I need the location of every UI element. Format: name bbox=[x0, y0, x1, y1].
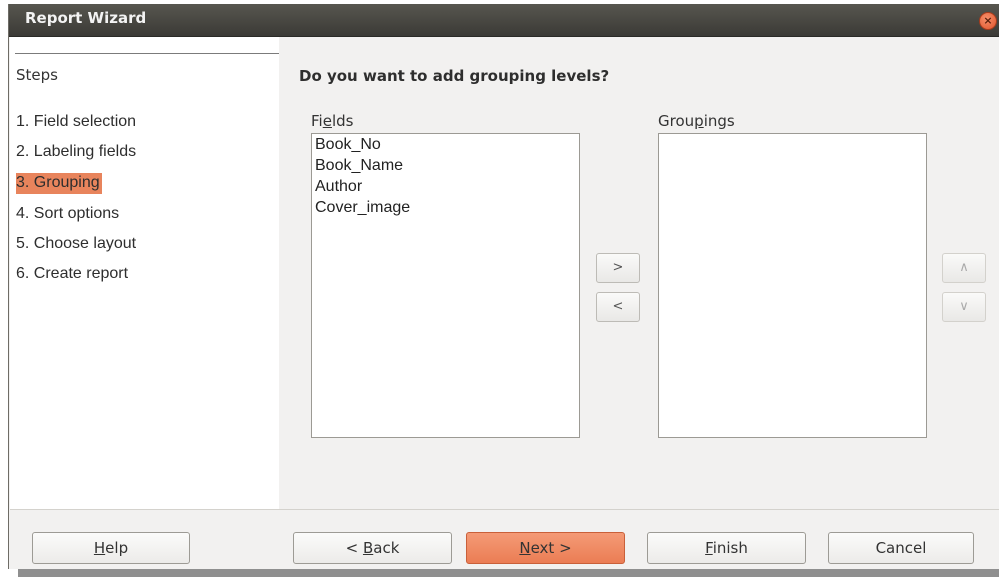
report-wizard-window: Report Wizard × Steps 1. Field selection… bbox=[8, 4, 999, 569]
step-choose-layout[interactable]: 5. Choose layout bbox=[16, 234, 138, 255]
step-field-selection[interactable]: 1. Field selection bbox=[16, 112, 138, 133]
steps-heading: Steps bbox=[16, 66, 58, 84]
cancel-button[interactable]: Cancel bbox=[828, 532, 974, 564]
step-create-report[interactable]: 6. Create report bbox=[16, 264, 130, 285]
fields-listbox[interactable]: Book_No Book_Name Author Cover_image bbox=[311, 133, 580, 438]
move-down-button[interactable]: ∨ bbox=[942, 292, 986, 322]
chevron-down-icon: ∨ bbox=[959, 299, 969, 314]
groupings-label: Groupings bbox=[658, 112, 735, 130]
chevron-up-icon: ∧ bbox=[959, 260, 969, 275]
window-shadow bbox=[18, 569, 999, 577]
list-item[interactable]: Author bbox=[312, 176, 579, 197]
step-sort-options[interactable]: 4. Sort options bbox=[16, 204, 121, 225]
step-grouping[interactable]: 3. Grouping bbox=[16, 173, 102, 194]
chevron-left-icon: < bbox=[612, 299, 624, 314]
add-field-button[interactable]: > bbox=[596, 253, 640, 283]
move-up-button[interactable]: ∧ bbox=[942, 253, 986, 283]
next-button[interactable]: Next > bbox=[466, 532, 625, 564]
list-item[interactable]: Book_No bbox=[312, 134, 579, 155]
title-bar[interactable]: Report Wizard × bbox=[9, 4, 999, 37]
step-labeling-fields[interactable]: 2. Labeling fields bbox=[16, 142, 138, 163]
main-pane: Do you want to add grouping levels? Fiel… bbox=[279, 37, 999, 509]
footer-divider bbox=[10, 509, 999, 510]
fields-label: Fields bbox=[311, 112, 354, 130]
back-button[interactable]: < Back bbox=[293, 532, 452, 564]
steps-divider bbox=[15, 53, 279, 54]
help-button[interactable]: Help bbox=[32, 532, 190, 564]
window-title: Report Wizard bbox=[25, 9, 147, 27]
list-item[interactable]: Cover_image bbox=[312, 197, 579, 218]
remove-field-button[interactable]: < bbox=[596, 292, 640, 322]
steps-pane: Steps 1. Field selection 2. Labeling fie… bbox=[10, 37, 279, 509]
close-icon[interactable]: × bbox=[979, 12, 997, 30]
finish-button[interactable]: Finish bbox=[647, 532, 806, 564]
groupings-listbox[interactable] bbox=[658, 133, 927, 438]
list-item[interactable]: Book_Name bbox=[312, 155, 579, 176]
page-question: Do you want to add grouping levels? bbox=[299, 67, 610, 85]
chevron-right-icon: > bbox=[612, 260, 624, 275]
